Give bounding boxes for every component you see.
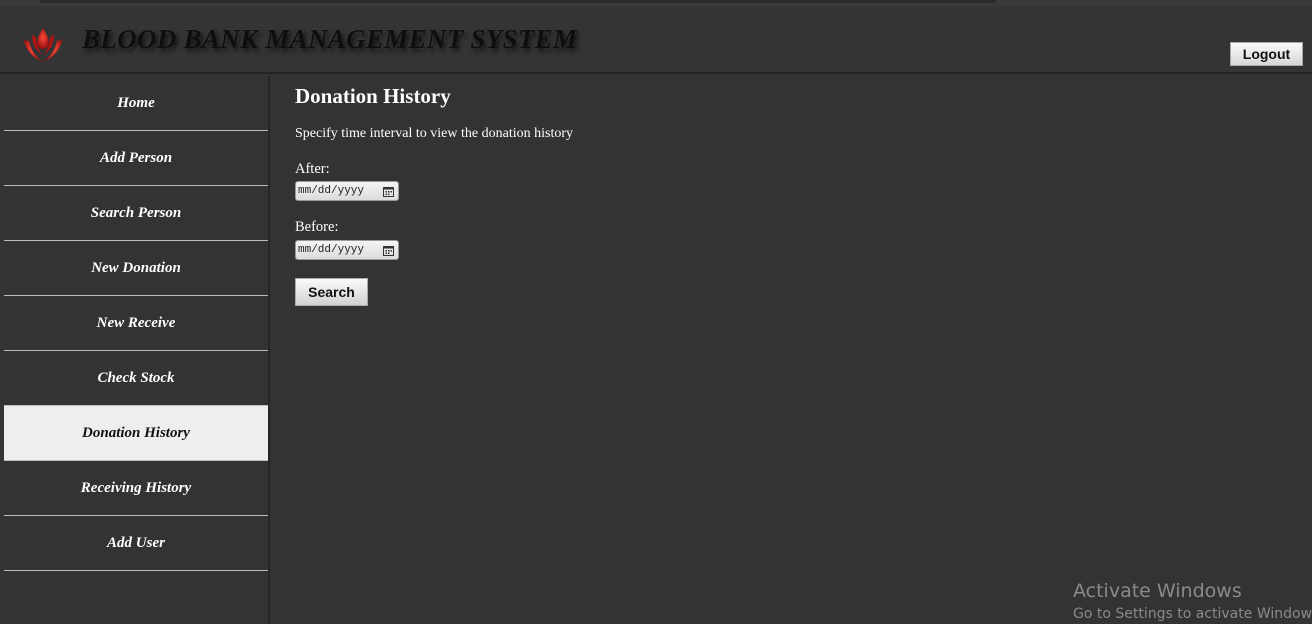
sidebar-item-donation-history[interactable]: Donation History (4, 406, 268, 461)
logout-button[interactable]: Logout (1230, 42, 1303, 66)
main-content: Donation History Specify time interval t… (272, 76, 1312, 624)
sidebar-item-add-user[interactable]: Add User (4, 516, 268, 571)
before-label: Before: (295, 219, 339, 235)
app-title: BLOOD BANK MANAGEMENT SYSTEM (82, 24, 578, 54)
before-date-value: mm/dd/yyyy (298, 244, 365, 256)
watermark-subtitle: Go to Settings to activate Windows. (1073, 606, 1312, 622)
sidebar-item-receiving-history[interactable]: Receiving History (4, 461, 268, 516)
sidebar-item-check-stock[interactable]: Check Stock (4, 351, 268, 406)
instructions-text: Specify time interval to view the donati… (295, 126, 573, 141)
calendar-icon[interactable] (383, 245, 394, 256)
sidebar-item-new-donation[interactable]: New Donation (4, 241, 268, 296)
before-date-input[interactable]: mm/dd/yyyy (295, 240, 399, 260)
sidebar-item-search-person[interactable]: Search Person (4, 186, 268, 241)
after-date-value: mm/dd/yyyy (298, 185, 365, 197)
sidebar-nav: Home Add Person Search Person New Donati… (0, 76, 270, 624)
after-date-input[interactable]: mm/dd/yyyy (295, 181, 399, 201)
app-header: BLOOD BANK MANAGEMENT SYSTEM Logout (0, 6, 1312, 74)
sidebar-item-new-receive[interactable]: New Receive (4, 296, 268, 351)
page-title: Donation History (295, 84, 451, 108)
sidebar-item-add-person[interactable]: Add Person (4, 131, 268, 186)
search-button[interactable]: Search (295, 278, 368, 306)
watermark-title: Activate Windows (1073, 580, 1242, 602)
blood-drop-hands-icon (23, 28, 63, 62)
top-scroll-hint (40, 0, 996, 3)
calendar-icon[interactable] (383, 186, 394, 197)
windows-activation-watermark: Activate Windows Go to Settings to activ… (1073, 578, 1312, 624)
after-label: After: (295, 161, 330, 177)
sidebar-item-home[interactable]: Home (4, 76, 268, 131)
